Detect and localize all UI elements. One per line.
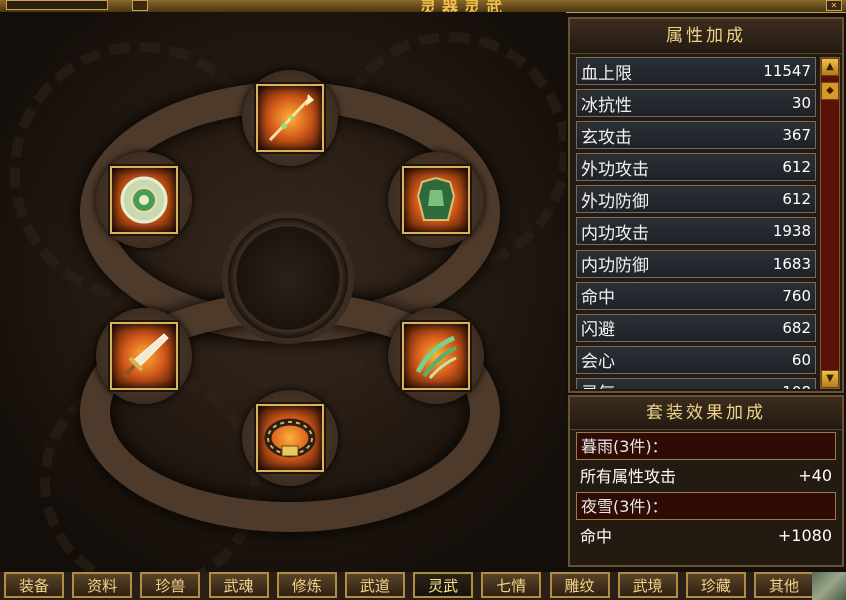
- attribute-value: 612: [782, 190, 811, 209]
- attribute-row: 会心 60: [576, 345, 816, 374]
- attribute-row: 闪避 682: [576, 313, 816, 342]
- belt-icon: [264, 418, 316, 458]
- dagger-icon: [122, 333, 169, 378]
- attribute-label: 灵气: [581, 379, 615, 389]
- attribute-scrollbar[interactable]: ▲ ◆ ▼: [820, 57, 840, 389]
- tab-9[interactable]: 雕纹: [549, 572, 610, 598]
- set-bonus-panel: 套装效果加成 暮雨(3件)： 所有属性攻击 +40 夜雪(3件)： 命中 +10…: [568, 395, 844, 567]
- attribute-row: 外功攻击 612: [576, 153, 816, 182]
- attribute-panel: 属性加成 血上限 11547 冰抗性 30 玄攻击 367 外功攻击 612 外功防御 612 内功…: [568, 17, 844, 393]
- attribute-value: 682: [782, 318, 811, 337]
- attribute-row: 冰抗性 30: [576, 89, 816, 118]
- attribute-row: 外功防御 612: [576, 185, 816, 214]
- attribute-row: 血上限 11547: [576, 57, 816, 85]
- attribute-value: 367: [782, 126, 811, 145]
- set-name: 暮雨(3件)：: [576, 432, 836, 460]
- attribute-row: 内功攻击 1938: [576, 217, 816, 246]
- attribute-label: 会心: [581, 352, 615, 373]
- attribute-row: 玄攻击 367: [576, 121, 816, 150]
- attribute-value: 1683: [772, 254, 811, 273]
- attribute-value: 760: [782, 286, 811, 305]
- set-effect-label: 所有属性攻击: [580, 467, 677, 486]
- set-effect-value: +1080: [777, 525, 832, 545]
- attribute-label: 血上限: [581, 63, 632, 84]
- attribute-value: 108: [782, 383, 811, 389]
- attribute-label: 外功防御: [581, 191, 649, 212]
- tab-2[interactable]: 资料: [72, 572, 133, 598]
- claw-slot[interactable]: [402, 322, 470, 390]
- center-gear-hub: [222, 212, 354, 344]
- attribute-list[interactable]: 血上限 11547 冰抗性 30 玄攻击 367 外功攻击 612 外功防御 612 内功攻击 193…: [576, 57, 816, 389]
- spear-icon: [268, 94, 314, 142]
- armor-slot[interactable]: [402, 166, 470, 234]
- set-effect-value: +40: [798, 465, 832, 485]
- attribute-label: 玄攻击: [581, 127, 632, 148]
- tab-12[interactable]: 其他: [754, 572, 815, 598]
- tab-1[interactable]: 装备: [4, 572, 64, 598]
- top-small-button[interactable]: [132, 0, 148, 11]
- armor-icon: [416, 176, 456, 221]
- tab-6[interactable]: 武道: [344, 572, 405, 598]
- bottom-tab-bar: 装备 资料 珍兽 武魂 修炼 武道 灵武 七情 雕纹 武境 珍藏 其他: [0, 572, 846, 600]
- set-effect-row: 命中 +1080: [576, 520, 836, 550]
- belt-slot[interactable]: [256, 404, 324, 472]
- tab-8[interactable]: 七情: [481, 572, 542, 598]
- attribute-label: 内功攻击: [581, 223, 649, 244]
- attribute-label: 内功防御: [581, 256, 649, 277]
- tab-4[interactable]: 武魂: [208, 572, 269, 598]
- tab-7[interactable]: 灵武: [413, 572, 474, 598]
- attribute-value: 612: [782, 158, 811, 177]
- tab-5[interactable]: 修炼: [276, 572, 337, 598]
- shield-slot[interactable]: [110, 166, 178, 234]
- attribute-row: 内功防御 1683: [576, 249, 816, 278]
- tab-3[interactable]: 珍兽: [140, 572, 201, 598]
- attribute-value: 1938: [772, 222, 811, 241]
- scroll-down-icon[interactable]: ▼: [821, 370, 839, 388]
- attribute-label: 冰抗性: [581, 95, 632, 116]
- attribute-value: 60: [791, 350, 811, 369]
- top-left-field: [6, 0, 108, 10]
- equipment-stage: [0, 12, 566, 572]
- set-effect-row: 所有属性攻击 +40: [576, 460, 836, 490]
- scroll-thumb[interactable]: ◆: [821, 82, 839, 100]
- attribute-value: 30: [791, 94, 811, 113]
- corner-decoration: [812, 572, 846, 600]
- attribute-label: 闪避: [581, 320, 615, 341]
- set-name: 夜雪(3件)：: [576, 492, 836, 520]
- set-effect-label: 命中: [580, 527, 613, 546]
- tab-11[interactable]: 珍藏: [685, 572, 746, 598]
- scroll-up-icon[interactable]: ▲: [821, 58, 839, 76]
- dagger-slot[interactable]: [110, 322, 178, 390]
- attribute-label: 命中: [581, 288, 615, 309]
- attribute-value: 11547: [763, 62, 811, 80]
- attribute-panel-title: 属性加成: [570, 19, 842, 54]
- spear-slot[interactable]: [256, 84, 324, 152]
- set-bonus-title: 套装效果加成: [570, 397, 842, 430]
- attribute-label: 外功攻击: [581, 159, 649, 180]
- claw-icon: [415, 335, 457, 379]
- shield-icon: [120, 176, 168, 224]
- close-icon[interactable]: ✕: [826, 0, 842, 11]
- tab-10[interactable]: 武境: [617, 572, 678, 598]
- attribute-row: 灵气 108: [576, 377, 816, 389]
- attribute-row: 命中 760: [576, 281, 816, 310]
